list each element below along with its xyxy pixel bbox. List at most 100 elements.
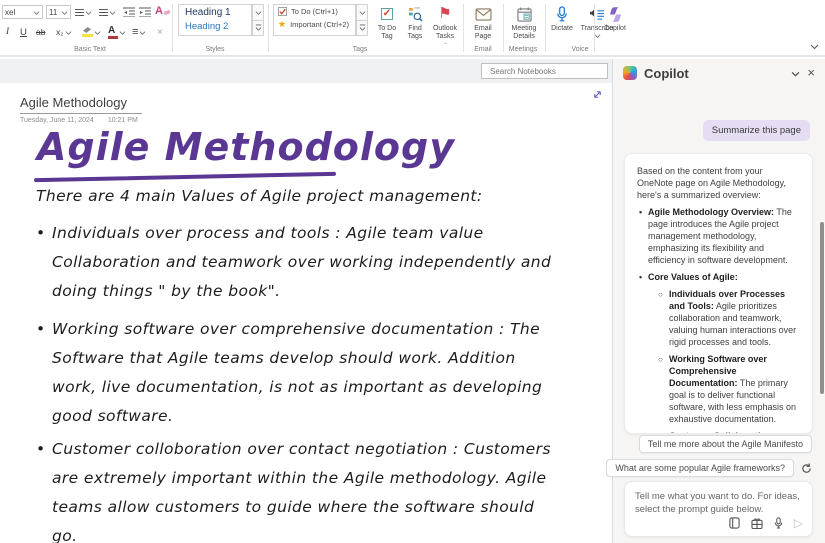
italic-button[interactable]: I — [6, 25, 9, 39]
chevron-down-icon[interactable] — [791, 69, 800, 78]
numbered-list-button[interactable] — [99, 5, 116, 19]
dictate-label: Dictate — [551, 25, 573, 33]
prompt-guide-button[interactable] — [751, 518, 763, 529]
styles-gallery: Heading 1 Heading 2 — [178, 4, 252, 36]
onenote-window: xel 11 A I U ab x₂ — [0, 0, 825, 543]
flag-icon: ⚑ — [438, 5, 451, 23]
copilot-ribbon-button[interactable]: Copilot — [598, 3, 632, 45]
expand-page-button[interactable] — [592, 89, 603, 100]
copilot-input-box[interactable]: Tell me what you want to do. For ideas, … — [624, 481, 813, 537]
copilot-panel: Copilot × Summarize this page Based on t… — [612, 59, 825, 543]
find-tags-button[interactable]: Find Tags — [400, 3, 430, 45]
styles-gallery-scroll — [252, 4, 264, 36]
response-sub-bullet: Customer Collaboration over Contract Neg… — [658, 430, 800, 434]
suggestion-chip-manifesto[interactable]: Tell me more about the Agile Manifesto — [639, 435, 812, 453]
align-icon: ≡ — [132, 26, 138, 38]
chevron-down-icon — [139, 29, 146, 36]
group-label-tags: Tags — [330, 46, 390, 53]
tags-scroll-down-button[interactable] — [356, 4, 368, 21]
chevron-down-icon — [61, 9, 68, 16]
user-message-bubble: Summarize this page — [703, 120, 810, 141]
tag-important-label: Important (Ctrl+2) — [290, 20, 349, 29]
notebook-icon — [729, 517, 740, 529]
search-input[interactable] — [490, 67, 600, 76]
bullet-list-button[interactable] — [75, 5, 92, 19]
chevron-down-icon — [33, 9, 40, 16]
todo-tag-label: To Do Tag — [372, 25, 402, 42]
chevron-down-icon — [255, 9, 262, 16]
numbered-list-icon — [99, 7, 108, 18]
page-canvas[interactable]: Agile Methodology Tuesday, June 11, 2024… — [0, 83, 611, 543]
search-box[interactable] — [481, 63, 608, 79]
find-tags-label: Find Tags — [400, 25, 430, 42]
ink-bullet-3: Customer colloboration over contact nego… — [36, 435, 556, 543]
x-icon: × — [157, 27, 163, 38]
dictate-button[interactable]: Dictate — [548, 3, 576, 45]
eraser-icon — [164, 8, 171, 15]
suggestion-row: Tell me more about the Agile Manifesto — [639, 435, 812, 453]
paragraph-align-button[interactable]: ≡ — [132, 25, 146, 39]
star-icon: ★ — [278, 20, 286, 29]
tags-gallery-scroll — [356, 4, 368, 36]
styles-scroll-down-button[interactable] — [252, 4, 264, 21]
suggestion-chip-frameworks[interactable]: What are some popular Agile frameworks? — [606, 459, 794, 477]
underline-button[interactable]: U — [20, 25, 27, 39]
style-heading1[interactable]: Heading 1 — [179, 5, 251, 20]
outlook-tasks-button[interactable]: ⚑ Outlook Tasks — [430, 3, 460, 45]
send-button[interactable]: ▷ — [794, 516, 803, 530]
page-title[interactable]: Agile Methodology — [20, 95, 142, 110]
email-page-label: Email Page — [466, 25, 500, 42]
increase-indent-icon — [139, 7, 151, 17]
find-tags-icon — [408, 5, 423, 23]
font-name-select[interactable]: xel — [2, 5, 43, 19]
clear-formatting-button[interactable]: A — [155, 4, 171, 18]
font-size-select[interactable]: 11 — [46, 5, 71, 19]
tag-todo[interactable]: To Do (Ctrl+1) — [274, 5, 355, 18]
decrease-indent-button[interactable] — [123, 5, 135, 19]
voice-input-button[interactable] — [774, 517, 783, 529]
email-page-button[interactable]: Email Page — [466, 3, 500, 45]
outlook-tasks-label: Outlook Tasks — [430, 25, 460, 42]
ink-bullet-1: Individuals over process and tools : Agi… — [36, 219, 556, 306]
style-heading2[interactable]: Heading 2 — [179, 20, 251, 33]
ink-heading-underline — [34, 172, 336, 182]
todo-tag-button[interactable]: ✓ To Do Tag — [372, 3, 402, 45]
group-label-voice: Voice — [550, 46, 610, 53]
strikethrough-button[interactable]: ab — [36, 25, 45, 39]
subscript-button[interactable]: x₂ — [56, 25, 72, 39]
font-name-value: xel — [5, 8, 33, 17]
panel-scrollbar[interactable] — [820, 222, 824, 394]
response-intro: Based on the content from your OneNote p… — [637, 165, 800, 201]
bullet-list-icon — [75, 7, 84, 18]
ink-intro: There are 4 main Values of Agile project… — [36, 187, 576, 205]
ink-bullet-2: Working software over comprehensive docu… — [36, 315, 556, 431]
gallery-more-icon — [359, 24, 366, 32]
tag-important[interactable]: ★ Important (Ctrl+2) — [274, 18, 355, 31]
tags-more-button[interactable] — [356, 21, 368, 37]
group-label-styles: Styles — [185, 46, 245, 53]
response-sub-bullet: Working Software over Comprehensive Docu… — [658, 353, 800, 425]
increase-indent-button[interactable] — [139, 5, 151, 19]
notebook-context-button[interactable] — [729, 517, 740, 529]
highlight-button[interactable] — [82, 25, 101, 39]
navigation-band — [0, 59, 612, 83]
response-sub-bullet: Individuals over Processes and Tools: Ag… — [658, 288, 800, 348]
suggestion-row: What are some popular Agile frameworks? — [606, 459, 812, 477]
close-panel-button[interactable]: × — [807, 67, 815, 79]
clear-button[interactable]: × — [157, 25, 163, 39]
microphone-icon — [774, 517, 783, 529]
refresh-suggestions-button[interactable] — [801, 463, 812, 474]
decrease-indent-icon — [123, 7, 135, 17]
copilot-panel-title: Copilot — [644, 66, 784, 81]
font-color-button[interactable]: A — [108, 25, 126, 39]
styles-more-button[interactable] — [252, 21, 264, 37]
ink-heading: Agile Methodology — [37, 125, 455, 169]
page-meta: Tuesday, June 11, 202410:21 PM — [20, 117, 142, 124]
copilot-panel-header: Copilot × — [613, 59, 825, 87]
chevron-down-icon — [109, 9, 116, 16]
todo-checkbox-icon — [278, 7, 287, 16]
title-divider — [20, 113, 142, 114]
meeting-details-button[interactable]: Meeting Details — [506, 3, 542, 45]
collapse-ribbon-button[interactable] — [810, 42, 819, 51]
chevron-down-icon — [94, 29, 101, 36]
